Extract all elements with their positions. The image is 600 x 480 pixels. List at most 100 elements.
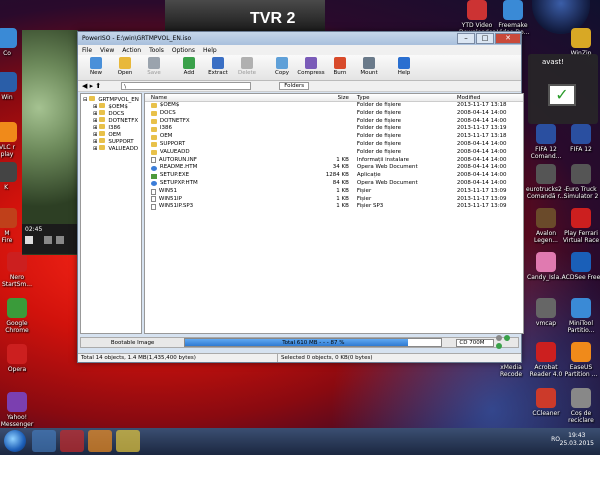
tree-item[interactable]: ⊞ VALUEADD	[83, 145, 139, 152]
right-icon-10[interactable]: ACDSee Free	[560, 252, 600, 281]
path-input[interactable]: \	[121, 82, 252, 90]
left-icon-label: Opera	[7, 366, 27, 373]
folder-tree[interactable]: ⊟ GRTMPVOL_EN ⊞ $OEM$ ⊞ DOCS ⊞ DOTNETFX ⊞ I…	[80, 93, 142, 334]
back-icon[interactable]: ◀ ▸ ⬆	[82, 82, 101, 90]
left-icon-6[interactable]: Google Chrome	[0, 298, 38, 334]
tree-item[interactable]: ⊞ $OEM$	[83, 103, 139, 110]
taskbar-poweriso-icon[interactable]	[116, 430, 140, 452]
file-size: 1 KB	[336, 187, 349, 194]
right-icon-label: ACDSee Free	[561, 274, 600, 281]
maximize-button[interactable]: □	[476, 33, 494, 44]
menu-item-view[interactable]: View	[100, 47, 114, 54]
menu-bar: File View Action Tools Options Help	[78, 45, 521, 55]
file-row[interactable]: SETUP.EXE 1284 KB Aplicație 2008-04-14 14:0…	[145, 172, 523, 180]
file-list[interactable]: Name Size Type Modified $OEM$ Folder de f…	[143, 93, 524, 334]
close-button[interactable]: ✕	[495, 33, 521, 44]
clock[interactable]: 19:43 25.03.2015	[560, 432, 594, 448]
right-icon-17[interactable]: Coș de reciclare	[560, 388, 600, 424]
file-row[interactable]: OEM Folder de fișiere 2013-11-17 13:18	[145, 133, 523, 141]
file-row[interactable]: AUTORUN.INF 1 KB Informații instalare 2008-…	[145, 157, 523, 165]
file-icon	[150, 196, 156, 203]
tree-item[interactable]: ⊞ DOCS	[83, 110, 139, 117]
right-icon-12[interactable]: MiniTool Partitio...	[560, 298, 600, 334]
tree-item[interactable]: ⊞ OEM	[83, 131, 139, 138]
delete-button[interactable]: Delete	[233, 57, 261, 76]
video-player-window[interactable]	[22, 30, 78, 255]
file-type: Folder de fișiere	[356, 133, 402, 140]
right-icon-6[interactable]: Euro Truck Simulator 2	[560, 164, 600, 200]
right-icon-4[interactable]: FIFA 12	[560, 124, 600, 153]
file-row[interactable]: $OEM$ Folder de fișiere 2013-11-17 13:18	[145, 102, 523, 110]
col-type[interactable]: Type	[353, 94, 453, 101]
save-button[interactable]: Save	[140, 57, 168, 76]
right-app-icon	[536, 124, 556, 144]
menu-item-action[interactable]: Action	[122, 47, 141, 54]
tv-logo: TVR 2	[250, 10, 296, 27]
start-button[interactable]	[4, 430, 26, 452]
help-button[interactable]: Help	[390, 57, 418, 76]
minimize-button[interactable]: –	[457, 33, 475, 44]
add-button[interactable]: Add	[175, 57, 203, 76]
taskbar-explorer-icon[interactable]	[32, 430, 56, 452]
video-controls[interactable]: 02:45	[22, 224, 78, 254]
menu-item-tools[interactable]: Tools	[149, 47, 164, 54]
tree-item[interactable]: ⊞ SUPPORT	[83, 138, 139, 145]
tree-root[interactable]: ⊟ GRTMPVOL_EN	[83, 96, 139, 103]
tree-item[interactable]: ⊞ DOTNETFX	[83, 117, 139, 124]
title-bar[interactable]: PowerISO - E:\win\GRTMPVOL_EN.iso – □ ✕	[78, 32, 521, 45]
file-row[interactable]: WIN51IP.SP3 1 KB Fișier SP3 2013-11-17 13:0…	[145, 203, 523, 211]
file-row[interactable]: DOTNETFX Folder de fișiere 2008-04-14 14:0…	[145, 118, 523, 126]
col-name[interactable]: Name	[145, 94, 305, 101]
taskbar-vlc-icon[interactable]	[88, 430, 112, 452]
menu-item-options[interactable]: Options	[172, 47, 195, 54]
tree-item[interactable]: ⊞ I386	[83, 124, 139, 131]
file-row[interactable]: SUPPORT Folder de fișiere 2008-04-14 14:00	[145, 141, 523, 149]
extract-button[interactable]: Extract	[204, 57, 232, 76]
mount-button[interactable]: Mount	[355, 57, 383, 76]
next-icon[interactable]	[56, 236, 64, 244]
file-row[interactable]: VALUEADD Folder de fișiere 2008-04-14 14:0…	[145, 149, 523, 157]
left-icon-8[interactable]: Yahoo! Messenger	[0, 392, 38, 428]
col-modified[interactable]: Modified	[453, 94, 523, 101]
burn-button[interactable]: Burn	[326, 57, 354, 76]
new-button[interactable]: New	[82, 57, 110, 76]
menu-item-help[interactable]: Help	[203, 47, 217, 54]
poweriso-window[interactable]: PowerISO - E:\win\GRTMPVOL_EN.iso – □ ✕ …	[77, 31, 524, 363]
copy-button[interactable]: Copy	[268, 57, 296, 76]
left-app-icon	[0, 208, 17, 228]
menu-item-file[interactable]: File	[82, 47, 92, 54]
right-icon-8[interactable]: Play Ferrari Virtual Race	[560, 208, 600, 244]
file-name: $OEM$	[145, 102, 305, 110]
file-type: Folder de fișiere	[356, 125, 402, 132]
right-app-icon	[571, 124, 591, 144]
file-row[interactable]: WIN51 1 KB Fișier 2013-11-17 13:09	[145, 188, 523, 196]
file-modified: 2013-11-17 13:18	[456, 102, 507, 108]
left-icon-label: Google Chrome	[5, 320, 29, 334]
left-icon-7[interactable]: Opera	[0, 344, 38, 373]
left-app-icon	[0, 162, 17, 182]
file-icon	[150, 204, 156, 211]
folders-button[interactable]: Folders	[279, 82, 310, 90]
status-bar: Total 14 objects, 1.4 MB(1,435,400 bytes…	[78, 353, 521, 362]
col-size[interactable]: Size	[305, 94, 353, 101]
file-row[interactable]: I386 Folder de fișiere 2013-11-17 13:19	[145, 125, 523, 133]
taskbar-opera-icon[interactable]	[60, 430, 84, 452]
media-select[interactable]: CD 700M	[456, 338, 495, 347]
left-icon-5[interactable]: Nero StartSm...	[0, 252, 38, 288]
compress-button[interactable]: Compress	[297, 57, 325, 76]
file-row[interactable]: WIN51IP 1 KB Fișier 2013-11-17 13:09	[145, 196, 523, 204]
file-row[interactable]: README.HTM 34 KB Opera Web Document 2008-04…	[145, 164, 523, 172]
file-row[interactable]: SETUPXP.HTM 84 KB Opera Web Document 2008-0…	[145, 180, 523, 188]
file-name: WIN51	[145, 188, 305, 196]
file-row[interactable]: DOCS Folder de fișiere 2008-04-14 14:00	[145, 110, 523, 118]
stop-icon[interactable]	[44, 236, 52, 244]
capacity-bar: Bootable Image Total 610 MB - - - 87 % C…	[80, 334, 519, 349]
right-icon-15[interactable]: EaseUS Partition ...	[560, 342, 600, 378]
file-type: Folder de fișiere	[356, 102, 402, 108]
right-icon-2[interactable]: WinZip	[560, 28, 600, 57]
file-name: DOCS	[145, 110, 305, 118]
pause-icon[interactable]	[25, 236, 33, 244]
open-button[interactable]: Open	[111, 57, 139, 76]
avast-gadget[interactable]: avast! ✓	[528, 54, 598, 124]
right-app-icon	[536, 164, 556, 184]
